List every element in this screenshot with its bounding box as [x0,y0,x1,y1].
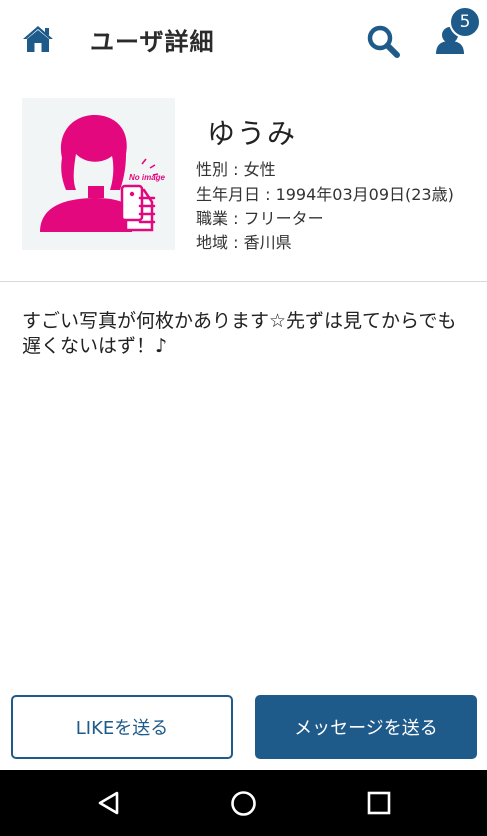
system-nav-bar [0,770,487,836]
like-button-label: LIKEを送る [75,718,169,739]
back-icon [98,791,119,815]
no-image-text: No image [129,173,166,182]
profile-section: No image ゆうみ 性別 : 女性 生年月日 : 1994年03月09日(… [0,80,487,282]
nav-recent-apps-button[interactable] [367,791,391,815]
home-button[interactable] [22,24,54,54]
send-message-button[interactable]: メッセージを送る [255,695,477,759]
user-name: ゆうみ [207,117,298,150]
birthday-text: 生年月日 : 1994年03月09日(23歳) [196,185,454,204]
send-message-button-label: メッセージを送る [294,718,438,739]
search-icon [367,25,400,58]
home-circle-icon [231,791,256,816]
page-title: ユーザ詳細 [90,28,215,56]
area-text: 地域 : 香川県 [196,233,292,252]
nav-home-button[interactable] [230,790,257,817]
search-button[interactable] [366,24,400,58]
no-image-avatar-icon: No image [22,98,175,250]
avatar[interactable]: No image [22,98,175,250]
gender-text: 性別 : 女性 [196,160,276,179]
recent-apps-icon [367,791,391,815]
bio-text: すごい写真が何枚かあります☆先ずは見てからでも遅くないはず！♪ [22,310,457,357]
home-icon [23,26,53,52]
like-button[interactable]: LIKEを送る [11,695,233,759]
nav-back-button[interactable] [96,790,122,816]
app-header: ユーザ詳細 5 [0,0,487,80]
notification-badge[interactable]: 5 [449,6,481,38]
job-text: 職業 : フリーター [196,209,324,228]
